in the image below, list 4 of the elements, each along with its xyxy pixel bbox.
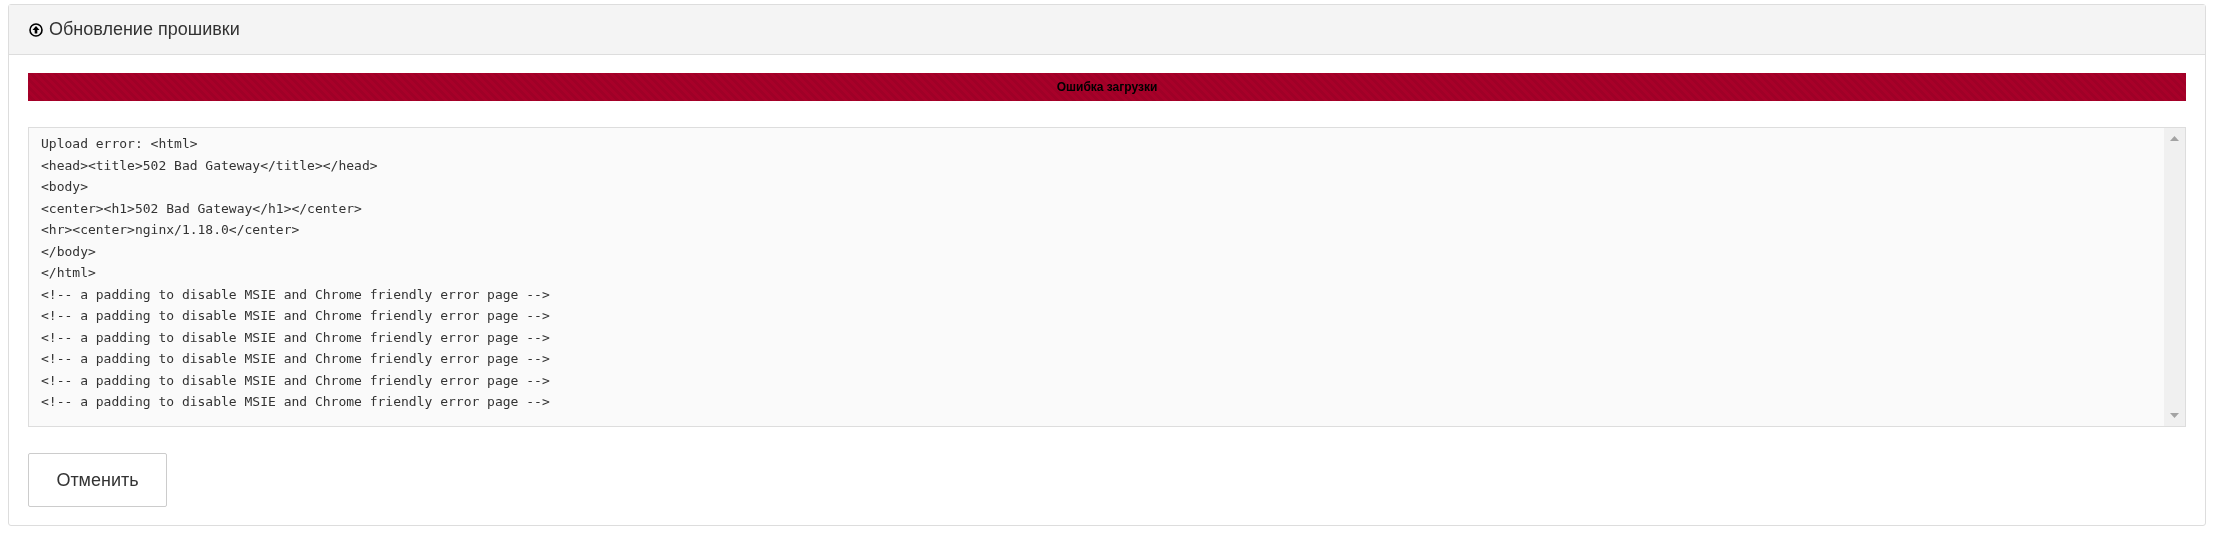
progress-label: Ошибка загрузки <box>1056 80 1158 94</box>
cancel-button[interactable]: Отменить <box>28 453 167 507</box>
upload-icon <box>29 22 43 37</box>
panel-title: Обновление прошивки <box>49 19 240 40</box>
